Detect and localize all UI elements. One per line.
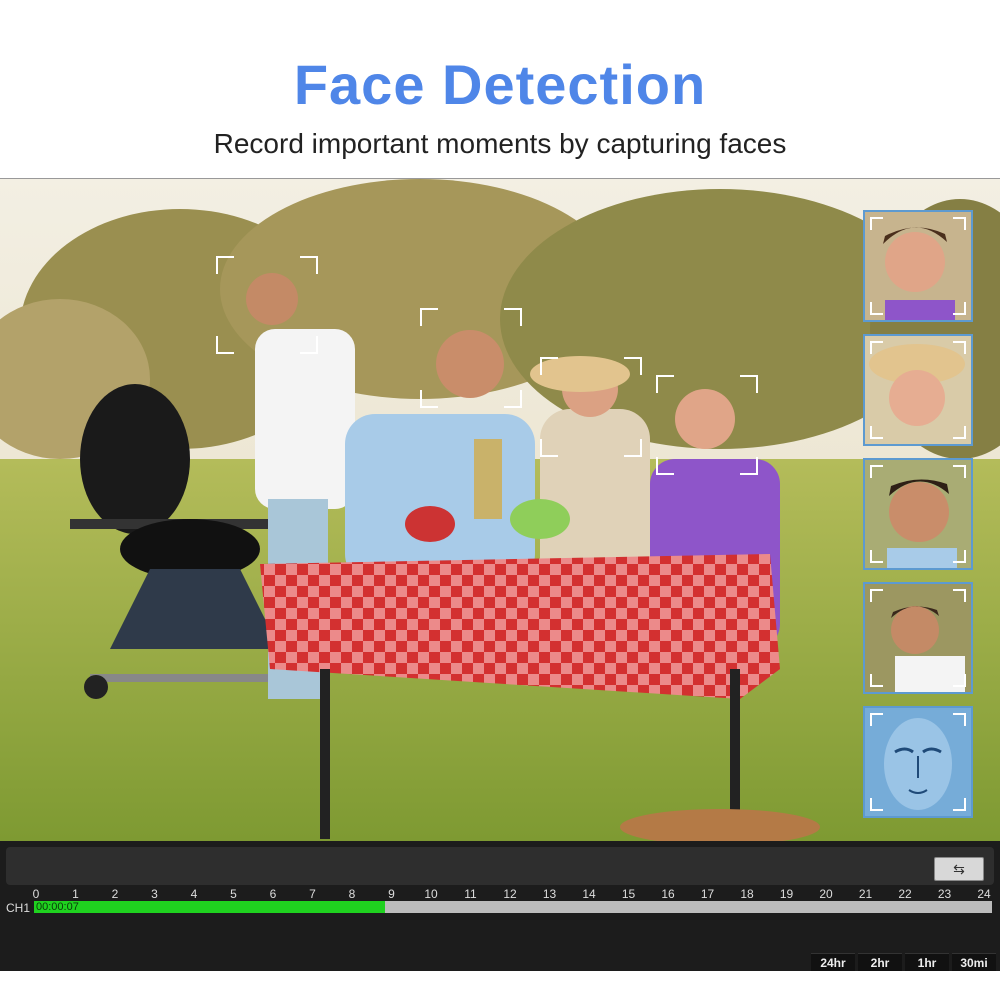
zoom-button[interactable]: 1hr <box>905 953 949 972</box>
hour-tick-label: 23 <box>937 887 952 901</box>
hour-tick-label: 6 <box>269 887 277 901</box>
hour-tick-label: 1 <box>72 887 79 901</box>
hour-tick-label: 3 <box>151 887 158 901</box>
refresh-icon[interactable]: ⇆ <box>934 857 984 881</box>
zoom-options: 24hr 2hr 1hr 30mi <box>808 953 996 972</box>
hour-tick-label: 0 <box>32 887 40 901</box>
page-subtitle: Record important moments by capturing fa… <box>213 128 787 159</box>
face-thumb-griller[interactable] <box>863 582 973 694</box>
hour-tick-label: 8 <box>348 887 356 901</box>
hour-tick-label: 10 <box>424 887 438 901</box>
hour-tick-label: 15 <box>621 887 636 901</box>
hour-tick-label: 4 <box>190 887 198 901</box>
zoom-button[interactable]: 24hr <box>811 953 855 972</box>
hour-tick-label: 12 <box>503 887 517 901</box>
channel-label: CH1 <box>6 901 31 915</box>
header: Face Detection Record important moments … <box>0 0 1000 178</box>
hour-tick-label: 24 <box>977 887 991 901</box>
hour-tick-label: 9 <box>388 887 395 901</box>
hour-tick-label: 17 <box>700 887 715 901</box>
face-thumb-man[interactable] <box>863 458 973 570</box>
hour-tick-label: 14 <box>582 887 596 901</box>
playback-timeline: ⇆ 0 1 2 3 4 5 6 7 8 9 10 11 12 13 14 15 16 17 18 19 20 21 22 23… <box>0 841 1000 972</box>
playback-time: 00:00:07 <box>36 901 79 913</box>
timeline-toolbar: ⇆ <box>6 847 994 885</box>
hour-tick-label: 22 <box>898 887 912 901</box>
face-thumb-boy[interactable] <box>863 210 973 322</box>
hour-tick-label: 18 <box>740 887 754 901</box>
page-title: Face Detection <box>293 53 707 116</box>
recorded-segment <box>34 901 386 913</box>
record-track[interactable] <box>34 901 992 913</box>
hour-tick-label: 16 <box>661 887 675 901</box>
hour-tick-label: 2 <box>111 887 119 901</box>
hour-tick-label: 5 <box>230 887 237 901</box>
picnic-scene-image <box>0 179 1000 841</box>
hour-tick-label: 13 <box>542 887 557 901</box>
hour-tick-label: 11 <box>464 887 477 901</box>
zoom-button[interactable]: 30mi <box>952 953 996 972</box>
face-scan-icon <box>863 706 973 818</box>
face-thumb-woman[interactable] <box>863 334 973 446</box>
page-footer <box>0 971 1000 1000</box>
camera-view <box>0 179 1000 841</box>
hour-tick-label: 7 <box>309 887 316 901</box>
zoom-button[interactable]: 2hr <box>858 953 902 972</box>
hour-tick-label: 21 <box>858 887 873 901</box>
hour-tick-label: 20 <box>819 887 833 901</box>
hour-tick-label: 19 <box>779 887 794 901</box>
